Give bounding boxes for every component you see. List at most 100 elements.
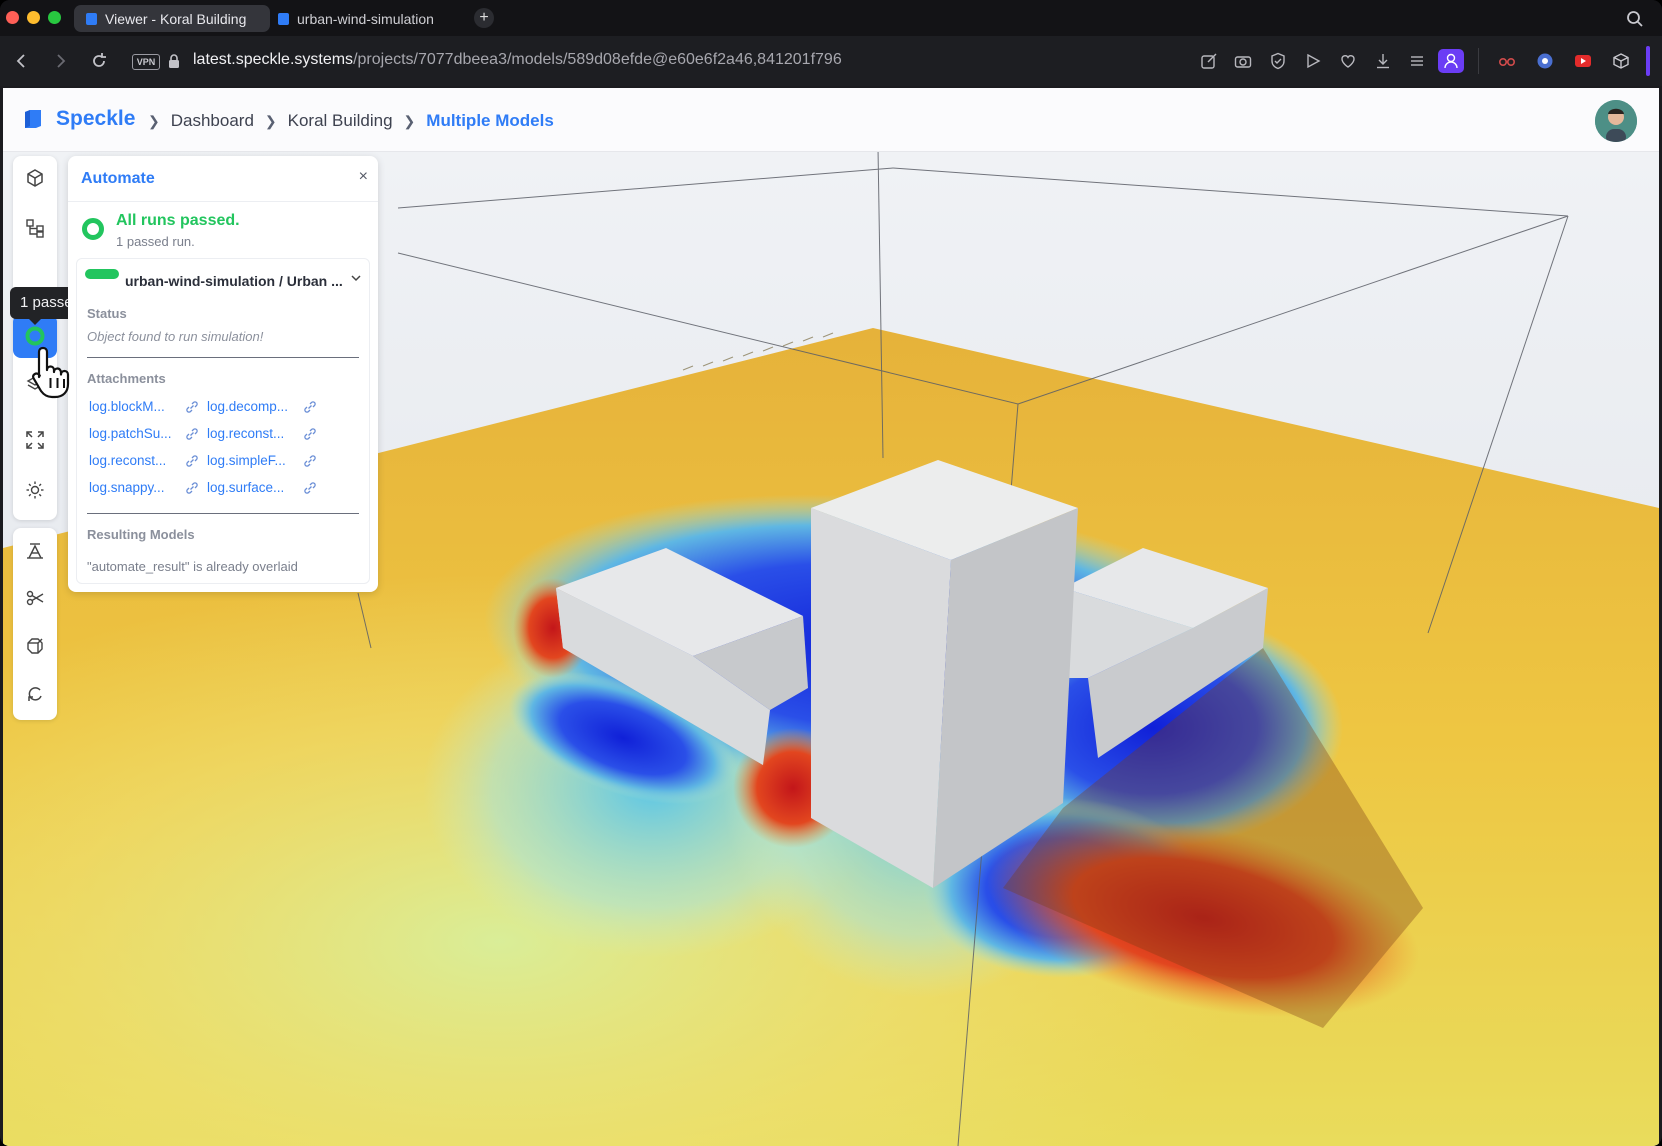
resulting-models-text: "automate_result" is already overlaid — [87, 559, 298, 574]
breadcrumb-multiple-models[interactable]: Multiple Models — [426, 111, 554, 131]
link-icon[interactable] — [303, 400, 317, 414]
url-path: /projects/7077dbeea3/models/589d08efde@e… — [353, 51, 842, 68]
breadcrumb-separator-icon: ❯ — [403, 112, 416, 129]
back-icon[interactable] — [10, 50, 32, 72]
link-icon[interactable] — [303, 481, 317, 495]
section-tool-button[interactable] — [13, 576, 57, 620]
run-status-indicator — [85, 269, 119, 279]
url-host: latest.speckle.systems — [193, 51, 354, 68]
status-text: Object found to run simulation! — [87, 329, 264, 344]
expand-icon — [26, 431, 44, 449]
attachment-link[interactable]: log.surface... — [207, 480, 284, 495]
link-icon[interactable] — [185, 481, 199, 495]
hand-pointer-cursor-icon — [32, 346, 70, 399]
comment-loop-icon — [28, 687, 42, 701]
tab-strip: Viewer - Koral Building urban-wind-simul… — [0, 0, 1662, 36]
new-tab-button[interactable]: + — [474, 8, 494, 28]
attachment-link[interactable]: log.snappy... — [89, 480, 165, 495]
close-panel-button[interactable]: × — [359, 168, 368, 186]
share-icon[interactable] — [1200, 52, 1218, 70]
extension-translate-icon[interactable] — [1536, 52, 1554, 70]
brand-name[interactable]: Speckle — [56, 107, 135, 131]
tab-viewer[interactable]: Viewer - Koral Building — [74, 5, 270, 32]
attachments-label: Attachments — [87, 371, 166, 386]
play-icon[interactable] — [1304, 52, 1322, 70]
download-icon[interactable] — [1374, 52, 1392, 70]
lock-icon[interactable] — [168, 53, 180, 69]
breadcrumb-koral-building[interactable]: Koral Building — [288, 111, 393, 131]
tab-label: urban-wind-simulation — [297, 10, 434, 27]
automate-panel: Automate × All runs passed. 1 passed run… — [68, 156, 378, 592]
tab-label: Viewer - Koral Building — [105, 10, 247, 27]
link-icon[interactable] — [303, 454, 317, 468]
tooltip-arrow — [28, 318, 42, 325]
user-avatar[interactable] — [1595, 100, 1637, 142]
reload-icon[interactable] — [88, 50, 110, 72]
attachment-link[interactable]: log.reconst... — [207, 426, 284, 441]
tab-urban-wind-simulation[interactable]: urban-wind-simulation — [266, 5, 456, 32]
user-icon — [1444, 53, 1458, 69]
link-icon[interactable] — [185, 427, 199, 441]
breadcrumb-separator-icon: ❯ — [148, 112, 160, 129]
link-icon[interactable] — [185, 454, 199, 468]
zoom-window-button[interactable] — [48, 11, 61, 24]
sun-icon — [26, 481, 44, 499]
section-divider — [87, 513, 359, 514]
extension-video-icon[interactable] — [1574, 52, 1592, 70]
resulting-models-label: Resulting Models — [87, 527, 195, 542]
automate-panel-header: Automate × — [68, 156, 378, 202]
run-title[interactable]: urban-wind-simulation / Urban ... — [125, 273, 343, 289]
models-tool-button[interactable] — [13, 156, 57, 200]
breadcrumb: ❯ Dashboard ❯ Koral Building ❯ Multiple … — [148, 111, 554, 131]
automate-panel-title: Automate — [81, 170, 155, 187]
views-tool-button[interactable] — [13, 528, 57, 572]
status-passed-icon — [82, 218, 104, 240]
link-icon[interactable] — [303, 427, 317, 441]
breadcrumb-dashboard[interactable]: Dashboard — [171, 111, 254, 131]
forward-icon[interactable] — [50, 50, 72, 72]
user-avatar-icon — [1595, 100, 1637, 142]
menu-list-icon[interactable] — [1408, 52, 1426, 70]
heart-icon[interactable] — [1339, 52, 1357, 70]
link-icon[interactable] — [185, 400, 199, 414]
explode-tool-button[interactable] — [13, 624, 57, 668]
cube-icon — [27, 169, 43, 187]
scissors-icon — [26, 590, 44, 606]
attachment-link[interactable]: log.simpleF... — [207, 453, 286, 468]
extension-glasses-icon[interactable] — [1498, 52, 1516, 70]
close-window-button[interactable] — [6, 11, 19, 24]
speckle-viewer-page: Speckle ❯ Dashboard ❯ Koral Building ❯ M… — [3, 88, 1659, 1146]
vpn-badge[interactable]: VPN — [132, 54, 160, 70]
address-bar: VPN latest.speckle.systems/projects/7077… — [0, 36, 1662, 86]
runs-summary-title: All runs passed. — [116, 212, 240, 229]
speckle-favicon-icon — [278, 12, 289, 25]
hierarchy-icon — [26, 219, 44, 238]
attachment-link[interactable]: log.decomp... — [207, 399, 288, 414]
url-field[interactable]: latest.speckle.systems/projects/7077dbee… — [193, 51, 842, 69]
speckle-favicon-icon — [86, 12, 97, 25]
search-tabs-icon[interactable] — [1626, 10, 1644, 28]
viewer-toolbar-secondary — [13, 528, 57, 720]
sidebar-toggle-indicator[interactable] — [1646, 46, 1650, 76]
discussions-tool-button[interactable] — [13, 672, 57, 716]
camera-icon[interactable] — [1234, 52, 1252, 70]
top-navigation: Speckle ❯ Dashboard ❯ Koral Building ❯ M… — [3, 88, 1659, 152]
attachment-link[interactable]: log.blockM... — [89, 399, 165, 414]
lighting-tool-button[interactable] — [13, 468, 57, 512]
attachment-link[interactable]: log.reconst... — [89, 453, 166, 468]
breadcrumb-separator-icon: ❯ — [264, 112, 277, 129]
camera-views-icon — [27, 543, 43, 559]
scene-explorer-button[interactable] — [13, 206, 57, 250]
speckle-logo-icon[interactable] — [25, 110, 41, 128]
automation-run-card: urban-wind-simulation / Urban ... Status… — [76, 258, 370, 584]
minimize-window-button[interactable] — [27, 11, 40, 24]
runs-summary-subtitle: 1 passed run. — [116, 234, 195, 249]
zoom-extents-button[interactable] — [13, 418, 57, 462]
section-divider — [87, 357, 359, 358]
browser-window: Viewer - Koral Building urban-wind-simul… — [0, 0, 1662, 1146]
extension-cube-icon[interactable] — [1612, 52, 1630, 70]
shield-icon[interactable] — [1269, 52, 1287, 70]
profile-button[interactable] — [1438, 49, 1464, 73]
attachment-link[interactable]: log.patchSu... — [89, 426, 172, 441]
chevron-down-icon[interactable] — [349, 271, 363, 285]
